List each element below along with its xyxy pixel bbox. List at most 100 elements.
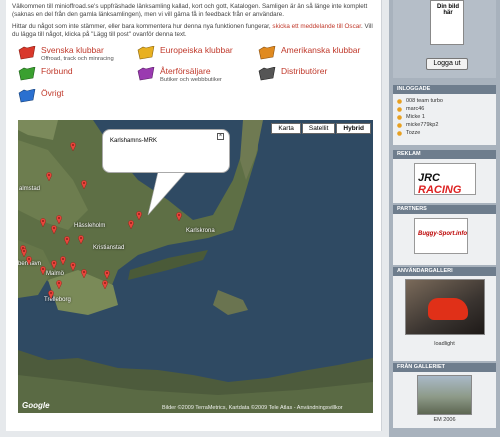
map-marker-icon[interactable] [104,270,110,280]
map-marker-icon[interactable] [48,290,54,300]
online-user[interactable]: marc46 [397,105,492,113]
category-title: Förbund [41,66,73,76]
logout-button[interactable]: Logga ut [426,58,468,70]
google-map[interactable]: Karlshamns-MRK × Karta Satellit Hybrid a… [18,120,373,413]
map-type-hybrid[interactable]: Hybrid [336,123,371,134]
map-label-kristianstad: Kristianstad [93,245,125,251]
category-subtitle: Butiker och webbbutiker [160,77,222,83]
latest-caption[interactable]: EM 2006 [393,417,496,423]
user-gallery-heading: ANVÄNDARGALLERI [393,267,496,276]
partners-heading: PARTNERS [393,205,496,214]
jrc-racing-logo[interactable]: JRC RACING [414,163,476,196]
category-svenska-klubbar[interactable]: Svenska klubbar Offroad, track och minrac… [18,46,114,64]
map-type-controls: Karta Satellit Hybrid [270,123,371,134]
yellow-folder-icon [137,46,155,60]
user-icon [397,106,402,112]
gallery-caption[interactable]: loadlight [393,341,496,347]
user-icon [397,122,402,128]
category-title: Amerikanska klubbar [281,45,361,55]
category-title: Övrigt [41,88,64,98]
map-marker-icon[interactable] [40,266,46,276]
green-folder-icon [18,67,36,81]
user-gallery-box: ANVÄNDARGALLERI loadlight [393,267,496,361]
map-type-satellit[interactable]: Satellit [301,123,336,134]
online-user-name: Tozze [406,130,421,136]
latest-photo[interactable] [417,375,472,415]
buggy-sport-logo-text: Buggy-Sport.info [418,231,467,237]
gray-folder-icon [258,67,276,81]
map-label-malmo: Malmö [46,271,65,277]
map-marker-icon[interactable] [64,236,70,246]
map-label-hassleholm: Hässleholm [74,223,106,229]
map-marker-icon[interactable] [40,218,46,228]
category-aterforsaljare[interactable]: Återförsäljare Butiker och webbbutiker [137,67,222,85]
online-user-name: Micke 1 [406,114,425,120]
map-marker-icon[interactable] [136,211,142,221]
map-attribution[interactable]: Bilder ©2009 TerraMetrics, Kartdata ©200… [162,405,343,411]
category-distributorer[interactable]: Distributörer [258,67,327,81]
map-marker-icon[interactable] [26,256,32,266]
intro-paragraph-1: Välkommen till minioffroad.se's uppfräsh… [12,3,368,19]
map-label-karlskrona: Karlskrona [186,228,215,234]
online-user[interactable]: Tozze [397,129,492,137]
category-title: Distributörer [281,66,328,76]
gallery-photo[interactable] [405,279,485,335]
map-marker-icon[interactable] [128,220,134,230]
red-folder-icon [18,46,36,60]
online-user-name: marc46 [406,106,425,112]
map-marker-icon[interactable] [102,280,108,290]
rc-car-image [428,298,468,320]
map-marker-icon[interactable] [70,262,76,272]
category-europeiska-klubbar[interactable]: Europeiska klubbar [137,46,233,60]
category-amerikanska-klubbar[interactable]: Amerikanska klubbar [258,46,360,60]
jrc-logo-text: JRC [418,172,441,184]
user-icon [397,130,402,136]
map-type-karta[interactable]: Karta [271,123,301,134]
map-marker-icon[interactable] [51,225,57,235]
online-user[interactable]: 008 team turbo [397,97,492,105]
login-box: Din bild här Logga ut [393,0,496,78]
ad-heading: REKLAM [393,150,496,159]
map-marker-icon[interactable] [70,142,76,152]
map-marker-icon[interactable] [81,269,87,279]
online-users-list: 008 team turbo marc46 Micke 1 micke779kp2 To… [393,94,496,140]
map-info-window: Karlshamns-MRK × [102,129,230,173]
message-oscar-link[interactable]: skicka ett meddelande till Oscar [272,23,361,30]
ad-box: REKLAM JRC RACING [393,150,496,203]
map-marker-icon[interactable] [46,172,52,182]
map-marker-icon[interactable] [81,180,87,190]
online-user-name: micke779kp2 [406,122,439,128]
user-icon [397,114,402,120]
main-column: Välkommen till minioffroad.se's uppfräsh… [0,0,389,437]
map-marker-icon[interactable] [51,260,57,270]
category-title: Återförsäljare [160,66,211,76]
intro-paragraph-2: Hittar du något som inte stämmer, eller … [12,23,376,40]
map-label-halmstad: almstad [19,186,41,192]
category-forbund[interactable]: Förbund [18,67,73,81]
category-title: Svenska klubbar [41,45,104,55]
orange-folder-icon [258,46,276,60]
latest-gallery-box: FRÅN GALLERIET EM 2006 [393,363,496,428]
purple-folder-icon [137,67,155,81]
category-ovrigt[interactable]: Övrigt [18,89,64,103]
info-window-title: Karlshamns-MRK [110,138,158,144]
buggy-sport-logo[interactable]: Buggy-Sport.info [414,218,468,254]
online-user[interactable]: micke779kp2 [397,121,492,129]
online-user[interactable]: Micke 1 [397,113,492,121]
map-marker-icon[interactable] [60,256,66,266]
profile-image-text: Din bild här [437,4,459,16]
google-logo: Google [22,401,50,410]
partners-box: PARTNERS Buggy-Sport.info [393,205,496,265]
map-marker-icon[interactable] [56,280,62,290]
latest-gallery-heading: FRÅN GALLERIET [393,363,496,372]
user-icon [397,98,402,104]
online-users-heading: INLOGGADE [393,85,496,94]
map-marker-icon[interactable] [176,212,182,222]
content-area: Välkommen till minioffroad.se's uppfräsh… [6,0,382,431]
category-subtitle: Offroad, track och minracing [41,56,114,62]
map-marker-icon[interactable] [56,215,62,225]
close-icon[interactable]: × [217,133,224,140]
map-marker-icon[interactable] [78,235,84,245]
racing-logo-text: RACING [418,184,462,196]
profile-image-placeholder[interactable]: Din bild här [430,0,464,45]
